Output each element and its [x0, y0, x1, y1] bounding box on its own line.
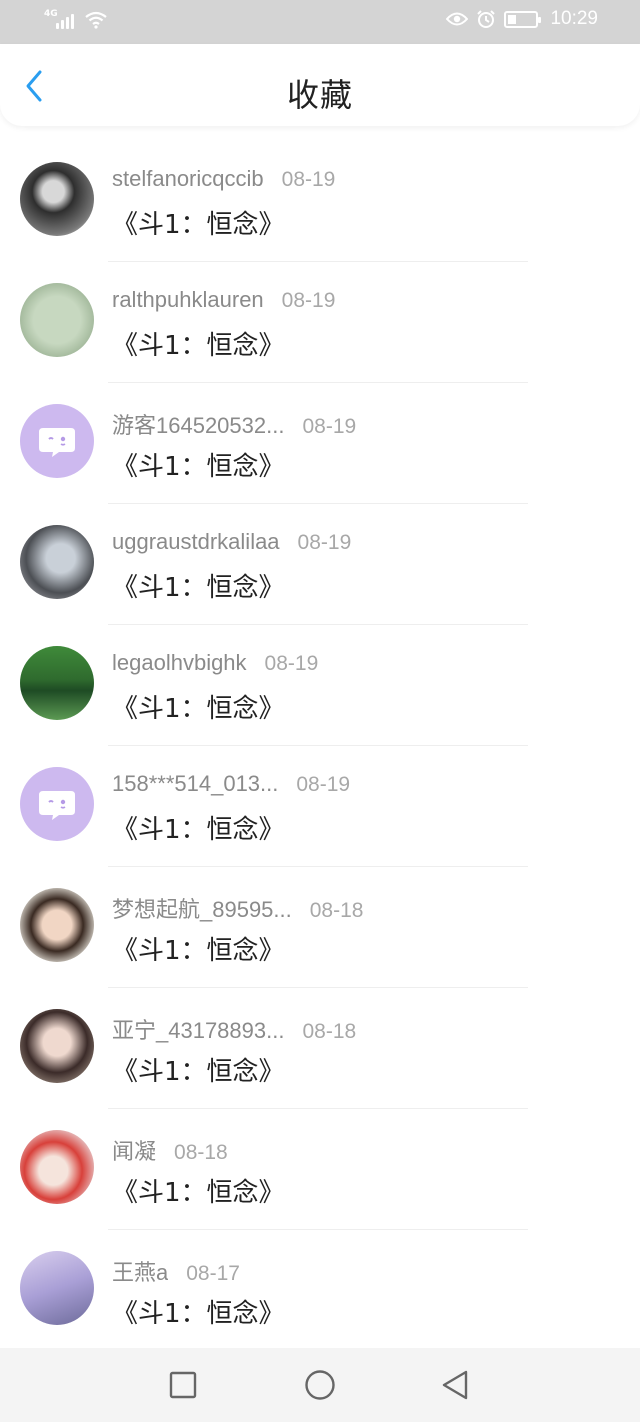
username: 158***514_013... [112, 771, 279, 796]
username: 亚宁_43178893... [112, 1018, 285, 1043]
username: uggraustdrkalilaa [112, 529, 280, 554]
divider [108, 624, 528, 625]
list-item[interactable]: 158***514_013... 08-19 《斗1：恒念》 [0, 747, 640, 868]
username: ralthpuhklauren [112, 287, 264, 312]
network-type: 4G [44, 9, 58, 19]
date: 08-19 [281, 168, 336, 191]
status-left: 4G [44, 9, 107, 29]
recent-apps-button[interactable] [168, 1370, 198, 1400]
work-title: 《斗1：恒念》 [112, 1299, 285, 1329]
divider [108, 866, 528, 867]
work-title: 《斗1：恒念》 [112, 815, 285, 845]
date: 08-19 [296, 773, 351, 796]
battery-icon [504, 10, 542, 28]
header: 收藏 [0, 44, 640, 126]
divider [108, 503, 528, 504]
favorites-list: stelfanoricqccib 08-19 《斗1：恒念》 ralthpuhkl… [0, 142, 640, 1352]
work-title: 《斗1：恒念》 [112, 1178, 285, 1208]
list-item[interactable]: 梦想起航_89595... 08-18 《斗1：恒念》 [0, 868, 640, 989]
username: legaolhvbighk [112, 650, 247, 675]
avatar[interactable] [20, 1130, 94, 1204]
status-time: 10:29 [550, 8, 598, 29]
date: 08-18 [302, 1020, 357, 1043]
avatar[interactable] [20, 646, 94, 720]
avatar[interactable] [20, 283, 94, 357]
list-item[interactable]: 游客164520532... 08-19 《斗1：恒念》 [0, 384, 640, 505]
work-title: 《斗1：恒念》 [112, 694, 285, 724]
status-bar: 4G 10:29 [0, 0, 640, 44]
chat-bubble-icon [39, 428, 75, 457]
date: 08-18 [309, 899, 364, 922]
avatar[interactable] [20, 525, 94, 599]
status-right: 10:29 [446, 8, 598, 30]
list-item[interactable]: ralthpuhklauren 08-19 《斗1：恒念》 [0, 263, 640, 384]
username: 游客164520532... [112, 413, 285, 438]
divider [108, 1108, 528, 1109]
list-item[interactable]: stelfanoricqccib 08-19 《斗1：恒念》 [0, 142, 640, 263]
system-nav-bar [0, 1348, 640, 1422]
date: 08-17 [186, 1262, 240, 1285]
work-title: 《斗1：恒念》 [112, 331, 285, 361]
default-avatar[interactable] [20, 767, 94, 841]
back-triangle-icon [442, 1370, 468, 1400]
avatar[interactable] [20, 162, 94, 236]
avatar[interactable] [20, 1251, 94, 1325]
username: 梦想起航_89595... [112, 897, 292, 922]
signal-icon [56, 9, 74, 29]
username: 王燕a [112, 1260, 169, 1285]
work-title: 《斗1：恒念》 [112, 452, 285, 482]
alarm-icon [477, 10, 496, 28]
default-avatar[interactable] [20, 404, 94, 478]
divider [108, 261, 528, 262]
work-title: 《斗1：恒念》 [112, 936, 285, 966]
date: 08-19 [297, 531, 352, 554]
divider [108, 1229, 528, 1230]
list-item[interactable]: uggraustdrkalilaa 08-19 《斗1：恒念》 [0, 505, 640, 626]
eye-icon [446, 12, 469, 26]
back-nav-button[interactable] [440, 1370, 470, 1400]
avatar[interactable] [20, 888, 94, 962]
list-item[interactable]: 闻凝 08-18 《斗1：恒念》 [0, 1110, 640, 1231]
date: 08-19 [302, 415, 357, 438]
recent-apps-icon [169, 1371, 197, 1399]
divider [108, 987, 528, 988]
chat-bubble-icon [39, 791, 75, 820]
work-title: 《斗1：恒念》 [112, 1057, 285, 1087]
list-item[interactable]: legaolhvbighk 08-19 《斗1：恒念》 [0, 626, 640, 747]
wifi-icon [85, 11, 107, 29]
list-item[interactable]: 王燕a 08-17 《斗1：恒念》 [0, 1231, 640, 1352]
home-button[interactable] [303, 1368, 337, 1402]
divider [108, 745, 528, 746]
list-item[interactable]: 亚宁_43178893... 08-18 《斗1：恒念》 [0, 989, 640, 1110]
username: 闻凝 [112, 1139, 157, 1164]
page-title: 收藏 [286, 76, 353, 114]
date: 08-19 [264, 652, 319, 675]
home-icon [305, 1370, 335, 1400]
divider [108, 382, 528, 383]
date: 08-18 [174, 1141, 228, 1164]
username: stelfanoricqccib [112, 166, 264, 191]
work-title: 《斗1：恒念》 [112, 573, 285, 603]
avatar[interactable] [20, 1009, 94, 1083]
work-title: 《斗1：恒念》 [112, 210, 285, 240]
date: 08-19 [281, 289, 336, 312]
